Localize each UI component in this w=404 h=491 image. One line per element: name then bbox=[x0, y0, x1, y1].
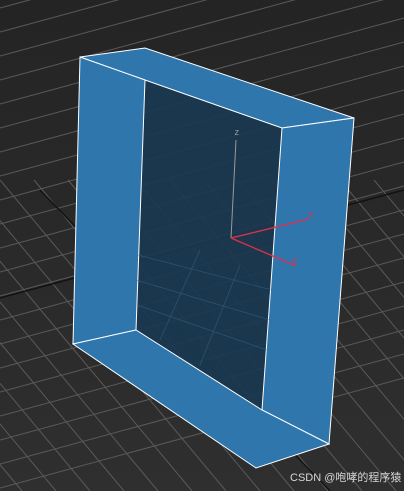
3d-viewport[interactable]: z x z CSDN @咆哮的程序猿 bbox=[0, 0, 404, 491]
gizmo-y-label: z bbox=[292, 256, 298, 266]
grid-line bbox=[0, 0, 120, 33]
gizmo-z-label: z bbox=[234, 128, 240, 138]
grid-line bbox=[0, 463, 23, 491]
watermark-text: CSDN @咆哮的程序猿 bbox=[290, 472, 402, 484]
viewport-scene[interactable] bbox=[0, 0, 404, 491]
grid-line bbox=[0, 0, 208, 57]
gizmo-x-label: x bbox=[308, 210, 314, 220]
frame-left-face[interactable] bbox=[72, 56, 146, 345]
grid-line bbox=[339, 179, 404, 258]
